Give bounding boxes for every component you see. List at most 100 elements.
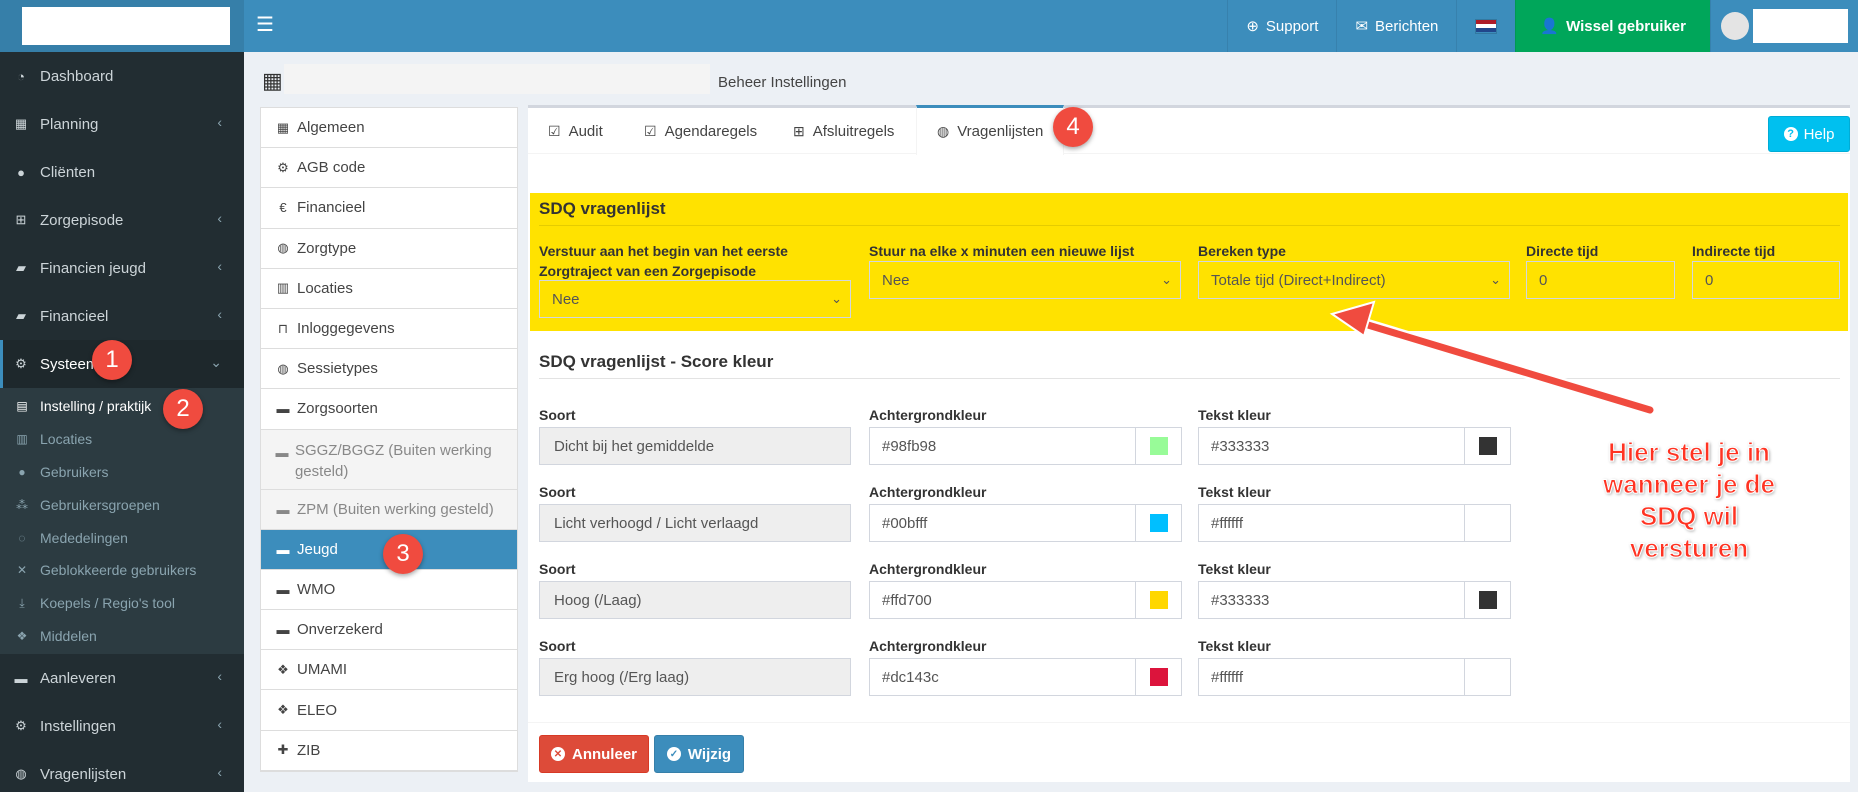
sdq-title: SDQ vragenlijst <box>539 199 666 218</box>
sidebar-item-label: Dashboard <box>40 67 114 85</box>
settings-item-zpm[interactable]: ▬ ZPM (Buiten werking gesteld) <box>261 489 517 530</box>
annotation-badge-4: 4 <box>1053 107 1093 147</box>
settings-item-sggz-bggz[interactable]: ▬ SGGZ/BGGZ (Buiten werking gesteld) <box>261 429 517 490</box>
support-link[interactable]: ⊕ Support <box>1227 0 1336 52</box>
soort-input: Dicht bij het gemiddelde <box>539 427 851 465</box>
tekstkleur-swatch[interactable] <box>1465 504 1511 542</box>
divider <box>539 225 1840 226</box>
tab-afsluitregels[interactable]: ⊞ Afsluitregels <box>773 108 914 154</box>
submenu-item-mededelingen[interactable]: ◌ Mededelingen <box>0 521 244 554</box>
tekstkleur-label: Tekst kleur <box>1198 484 1271 500</box>
settings-item-inloggegevens[interactable]: ⊓ Inloggegevens <box>261 309 517 350</box>
globe-icon: ◍ <box>15 766 27 782</box>
sidebar-item-instellingen[interactable]: ⚙ Instellingen ‹ <box>0 702 244 750</box>
sidebar-item-label: Planning <box>40 115 99 133</box>
indirecte-tijd-input[interactable]: 0 <box>1692 261 1840 299</box>
achtergrondkleur-swatch[interactable] <box>1136 658 1182 696</box>
settings-item-umami[interactable]: ❖ UMAMI <box>261 650 517 691</box>
sidebar-item-vragenlijsten[interactable]: ◍ Vragenlijsten ‹ <box>0 750 244 792</box>
achtergrondkleur-swatch[interactable] <box>1136 504 1182 542</box>
user-menu[interactable] <box>1710 0 1858 52</box>
input-value: #ffd700 <box>882 591 932 609</box>
submenu-item-gebruikersgroepen[interactable]: ⁂ Gebruikersgroepen <box>0 488 244 521</box>
submenu-item-instelling[interactable]: ▤ Instelling / praktijk <box>0 390 244 423</box>
tab-vragenlijsten[interactable]: ◍ Vragenlijsten <box>916 105 1065 155</box>
settings-item-zib[interactable]: ✚ ZIB <box>261 731 517 771</box>
annuleer-label: Annuleer <box>571 745 637 763</box>
form-footer: ✕ Annuleer ✓ Wijzig <box>528 722 1850 782</box>
briefcase-icon: ▬ <box>276 581 290 597</box>
tekstkleur-swatch[interactable] <box>1465 427 1511 465</box>
logo-area[interactable] <box>0 0 244 52</box>
sidebar-item-financien-jeugd[interactable]: ▰ Financien jeugd ‹ <box>0 244 244 292</box>
tekstkleur-input[interactable]: #ffffff <box>1198 658 1465 696</box>
building-icon: ▦ <box>262 68 283 93</box>
achtergrondkleur-swatch[interactable] <box>1136 581 1182 619</box>
settings-item-locaties[interactable]: ▥ Locaties <box>261 269 517 309</box>
submenu-item-gebruikers[interactable]: ● Gebruikers <box>0 456 244 489</box>
sidebar-item-clienten[interactable]: ● Cliënten <box>0 148 244 196</box>
divider <box>539 378 1840 379</box>
tab-agendaregels[interactable]: ☑ Agendaregels <box>624 108 777 154</box>
wijzig-button[interactable]: ✓ Wijzig <box>654 735 744 773</box>
settings-item-algemeen[interactable]: ▦ Algemeen <box>261 108 517 149</box>
top-nav-menu: ⊕ Support ✉ Berichten 👤 Wissel gebruiker <box>1227 0 1858 52</box>
cubes-icon: ❖ <box>277 661 289 677</box>
settings-item-financieel[interactable]: € Financieel <box>261 188 517 229</box>
achtergrondkleur-input[interactable]: #00bfff <box>869 504 1136 542</box>
map-icon: ▥ <box>276 280 290 296</box>
color-swatch <box>1478 668 1497 686</box>
language-selector[interactable] <box>1456 0 1515 52</box>
achtergrondkleur-input[interactable]: #dc143c <box>869 658 1136 696</box>
sidebar-item-dashboard[interactable]: ◔ Dashboard <box>0 52 244 100</box>
tekstkleur-swatch[interactable] <box>1465 658 1511 696</box>
tekstkleur-swatch[interactable] <box>1465 581 1511 619</box>
sidebar-item-label: Cliënten <box>40 163 96 181</box>
input-value: #ffffff <box>1211 668 1243 686</box>
settings-item-eleo[interactable]: ❖ ELEO <box>261 690 517 731</box>
tekstkleur-label: Tekst kleur <box>1198 638 1271 654</box>
tekstkleur-input[interactable]: #ffffff <box>1198 504 1465 542</box>
achtergrondkleur-input[interactable]: #98fb98 <box>869 427 1136 465</box>
logo[interactable] <box>22 7 230 45</box>
achtergrondkleur-swatch[interactable] <box>1136 427 1182 465</box>
sidebar-item-aanleveren[interactable]: ▬ Aanleveren ‹ <box>0 654 244 702</box>
soort-label: Soort <box>539 638 576 654</box>
sidebar-item-financieel[interactable]: ▰ Financieel ‹ <box>0 292 244 340</box>
sidebar-item-label: Aanleveren <box>40 669 116 687</box>
question-circle-icon: ? <box>1783 127 1798 141</box>
download-icon: ⤓ <box>19 595 25 610</box>
cog-icon: ⚙ <box>15 718 27 734</box>
bereken-type-select[interactable]: Totale tijd (Direct+Indirect) ⌄ <box>1198 261 1510 299</box>
settings-item-zorgtype[interactable]: ◍ Zorgtype <box>261 229 517 269</box>
sidebar-item-zorgepisode[interactable]: ⊞ Zorgepisode ‹ <box>0 196 244 244</box>
achtergrondkleur-input[interactable]: #ffd700 <box>869 581 1136 619</box>
submenu-item-koepels[interactable]: ⤓ Koepels / Regio's tool <box>0 587 244 620</box>
submenu-item-geblokkeerde-gebruikers[interactable]: ✕ Geblokkeerde gebruikers <box>0 554 244 587</box>
submenu-item-locaties[interactable]: ▥ Locaties <box>0 423 244 456</box>
settings-item-zorgsoorten[interactable]: ▬ Zorgsoorten <box>261 389 517 430</box>
submenu-item-middelen[interactable]: ❖ Middelen <box>0 620 244 653</box>
euro-icon: € <box>279 200 287 216</box>
settings-item-agb-code[interactable]: ⚙ AGB code <box>261 148 517 189</box>
select-value: Nee <box>552 290 580 308</box>
annotation-badge-2: 2 <box>163 389 203 429</box>
wissel-gebruiker-button[interactable]: 👤 Wissel gebruiker <box>1515 0 1710 52</box>
tekstkleur-input[interactable]: #333333 <box>1198 427 1465 465</box>
menu-icon[interactable]: ☰ <box>256 14 274 36</box>
check-circle-icon: ✓ <box>666 747 681 761</box>
settings-item-sessietypes[interactable]: ◍ Sessietypes <box>261 349 517 390</box>
directe-tijd-input[interactable]: 0 <box>1526 261 1675 299</box>
settings-item-onverzekerd[interactable]: ▬ Onverzekerd <box>261 610 517 651</box>
sdq-settings-box: SDQ vragenlijst Verstuur aan het begin v… <box>530 193 1848 331</box>
berichten-link[interactable]: ✉ Berichten <box>1336 0 1456 52</box>
tekstkleur-input[interactable]: #333333 <box>1198 581 1465 619</box>
verstuur-begin-select[interactable]: Nee ⌄ <box>539 280 851 318</box>
help-button[interactable]: ? Help <box>1768 116 1850 152</box>
sidebar-item-planning[interactable]: ▦ Planning ‹ <box>0 100 244 148</box>
settings-item-wmo[interactable]: ▬ WMO <box>261 570 517 611</box>
stuur-na-minuten-select[interactable]: Nee ⌄ <box>869 261 1181 299</box>
tab-audit[interactable]: ☑ Audit <box>528 108 623 154</box>
soort-label: Soort <box>539 561 576 577</box>
annuleer-button[interactable]: ✕ Annuleer <box>539 735 649 773</box>
